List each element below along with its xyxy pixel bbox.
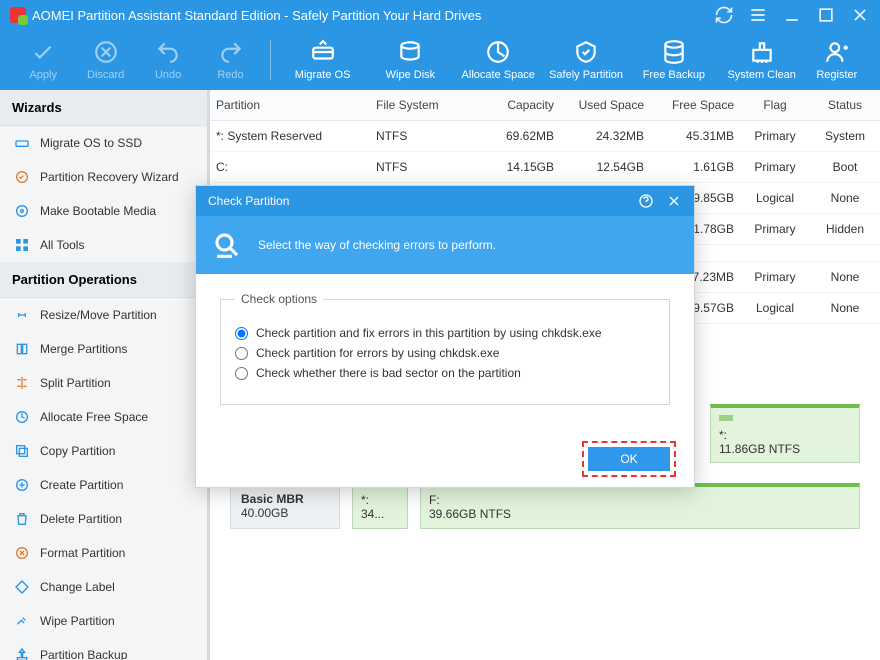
sidebar-item-bootable[interactable]: Make Bootable Media	[0, 194, 207, 228]
titlebar: AOMEI Partition Assistant Standard Editi…	[0, 0, 880, 30]
sidebar-item-split[interactable]: Split Partition	[0, 366, 207, 400]
table-row[interactable]: C:NTFS14.15GB12.54GB1.61GBPrimaryBoot	[210, 152, 880, 183]
minimize-icon[interactable]	[782, 5, 802, 25]
redo-button[interactable]: Redo	[199, 30, 261, 90]
allocate-space-button[interactable]: Allocate Space	[454, 30, 542, 90]
ops-header: Partition Operations	[0, 262, 207, 298]
sidebar-item-label[interactable]: Change Label	[0, 570, 207, 604]
help-icon[interactable]	[638, 193, 654, 209]
sidebar: Wizards Migrate OS to SSD Partition Reco…	[0, 90, 210, 660]
disk-info[interactable]: Basic MBR 40.00GB	[230, 483, 340, 529]
refresh-icon[interactable]	[714, 5, 734, 25]
maximize-icon[interactable]	[816, 5, 836, 25]
radio-check-errors[interactable]	[235, 347, 248, 360]
apply-button[interactable]: Apply	[12, 30, 74, 90]
sidebar-item-wipe[interactable]: Wipe Partition	[0, 604, 207, 638]
sidebar-item-copy[interactable]: Copy Partition	[0, 434, 207, 468]
dialog-banner: Select the way of checking errors to per…	[196, 216, 694, 274]
ok-button[interactable]: OK	[588, 447, 670, 471]
radio-bad-sector[interactable]	[235, 367, 248, 380]
partition-block[interactable]: *: 34...	[352, 483, 408, 529]
dialog-close-icon[interactable]	[666, 193, 682, 209]
sidebar-item-allocate[interactable]: Allocate Free Space	[0, 400, 207, 434]
main-toolbar: Apply Discard Undo Redo Migrate OS Wipe …	[0, 30, 880, 90]
sidebar-item-backup[interactable]: Partition Backup	[0, 638, 207, 660]
wipe-disk-button[interactable]: Wipe Disk	[367, 30, 455, 90]
discard-button[interactable]: Discard	[74, 30, 136, 90]
register-button[interactable]: Register	[806, 30, 868, 90]
close-icon[interactable]	[850, 5, 870, 25]
migrate-os-button[interactable]: Migrate OS	[279, 30, 367, 90]
radio-fix-errors[interactable]	[235, 327, 248, 340]
window-title: AOMEI Partition Assistant Standard Editi…	[32, 8, 481, 23]
sidebar-item-all-tools[interactable]: All Tools	[0, 228, 207, 262]
sidebar-item-recovery[interactable]: Partition Recovery Wizard	[0, 160, 207, 194]
dialog-titlebar: Check Partition	[196, 186, 694, 216]
partition-block[interactable]: *: 11.86GB NTFS	[710, 404, 860, 463]
undo-button[interactable]: Undo	[137, 30, 199, 90]
sidebar-item-create[interactable]: Create Partition	[0, 468, 207, 502]
option-bad-sector[interactable]: Check whether there is bad sector on the…	[235, 366, 655, 380]
option-fix-errors[interactable]: Check partition and fix errors in this p…	[235, 326, 655, 340]
option-check-errors[interactable]: Check partition for errors by using chkd…	[235, 346, 655, 360]
system-clean-button[interactable]: System Clean	[718, 30, 806, 90]
safely-partition-button[interactable]: Safely Partition	[542, 30, 630, 90]
check-partition-dialog: Check Partition Select the way of checki…	[195, 185, 695, 488]
table-row[interactable]: *: System ReservedNTFS69.62MB24.32MB45.3…	[210, 121, 880, 152]
app-logo-icon	[10, 7, 26, 23]
sidebar-item-resize[interactable]: Resize/Move Partition	[0, 298, 207, 332]
sidebar-item-delete[interactable]: Delete Partition	[0, 502, 207, 536]
free-backup-button[interactable]: Free Backup	[630, 30, 718, 90]
wizards-header: Wizards	[0, 90, 207, 126]
partition-block[interactable]: F: 39.66GB NTFS	[420, 483, 860, 529]
table-header: Partition File System Capacity Used Spac…	[210, 90, 880, 121]
ok-highlight: OK	[582, 441, 676, 477]
sidebar-item-migrate-ssd[interactable]: Migrate OS to SSD	[0, 126, 207, 160]
sidebar-item-format[interactable]: Format Partition	[0, 536, 207, 570]
check-options-group: Check options Check partition and fix er…	[220, 292, 670, 405]
magnifier-icon	[212, 230, 242, 260]
sidebar-item-merge[interactable]: Merge Partitions	[0, 332, 207, 366]
menu-icon[interactable]	[748, 5, 768, 25]
